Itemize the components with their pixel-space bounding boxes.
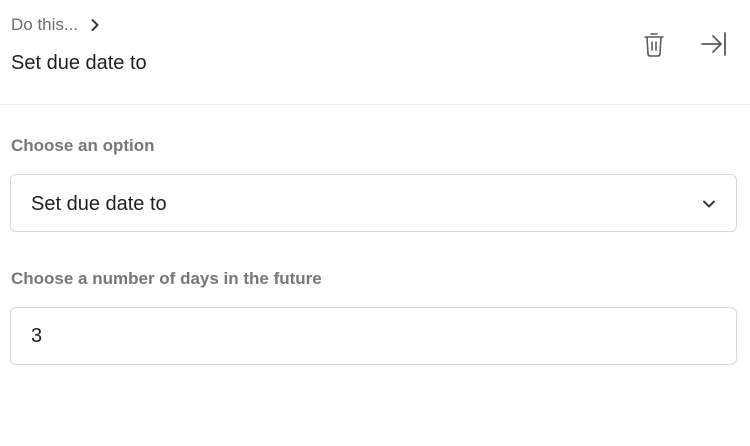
option-label: Choose an option (11, 136, 155, 155)
delete-button[interactable] (638, 30, 670, 62)
collapse-panel-button[interactable] (698, 30, 730, 62)
days-field-wrapper (10, 307, 737, 365)
arrow-right-to-line-icon (700, 31, 728, 62)
trash-icon (642, 30, 666, 63)
breadcrumb[interactable]: Do this... (11, 14, 100, 36)
page-title: Set due date to (11, 52, 147, 74)
header-actions (638, 30, 730, 62)
days-input[interactable] (11, 308, 736, 364)
chevron-right-icon (90, 18, 100, 32)
option-select-value: Set due date to (31, 193, 167, 215)
days-label: Choose a number of days in the future (11, 269, 322, 288)
option-select[interactable]: Set due date to (10, 174, 737, 232)
action-panel: Do this... Set due date to Choose an opt… (0, 0, 750, 446)
chevron-down-icon (702, 197, 716, 211)
breadcrumb-label: Do this... (11, 15, 79, 34)
panel-header: Do this... Set due date to (0, 0, 750, 105)
